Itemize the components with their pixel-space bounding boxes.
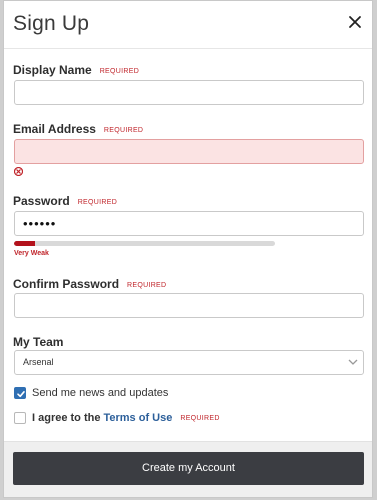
display-name-label: Display Name REQUIRED	[13, 63, 139, 77]
required-tag: REQUIRED	[103, 127, 144, 134]
chevron-down-icon	[348, 359, 358, 365]
error-icon	[14, 167, 23, 176]
news-checkbox-label: Send me news and updates	[32, 387, 169, 399]
password-label-text: Password	[13, 194, 70, 208]
my-team-select[interactable]: Arsenal	[14, 350, 364, 375]
email-input[interactable]	[14, 139, 364, 164]
required-tag: REQUIRED	[180, 414, 220, 422]
email-label-text: Email Address	[13, 122, 96, 136]
confirm-password-label-text: Confirm Password	[13, 277, 120, 291]
terms-prefix-text: I agree to the	[32, 412, 101, 424]
email-label: Email Address REQUIRED	[13, 122, 143, 136]
required-tag: REQUIRED	[127, 282, 167, 289]
confirm-password-input[interactable]	[14, 293, 364, 318]
close-icon[interactable]	[347, 14, 363, 30]
news-checkbox[interactable]	[14, 387, 26, 399]
password-strength-fill	[14, 241, 35, 246]
terms-of-use-link[interactable]: Terms of Use	[103, 412, 172, 424]
password-strength-meter	[14, 241, 275, 246]
terms-checkbox-row[interactable]: I agree to the Terms of Use REQUIRED	[14, 411, 220, 425]
dialog-title: Sign Up	[13, 12, 90, 35]
password-value: ••••••	[23, 216, 57, 231]
display-name-input[interactable]	[14, 80, 364, 105]
news-checkbox-row[interactable]: Send me news and updates	[14, 386, 168, 400]
dialog-header: Sign Up	[4, 1, 372, 49]
checkmark-icon	[17, 391, 25, 398]
password-strength-label: Very Weak	[14, 250, 49, 257]
display-name-label-text: Display Name	[13, 63, 92, 77]
create-account-button[interactable]: Create my Account	[13, 452, 364, 485]
required-tag: REQUIRED	[99, 68, 140, 75]
my-team-selected-value: Arsenal	[23, 357, 54, 367]
password-input[interactable]: ••••••	[14, 211, 364, 236]
terms-checkbox[interactable]	[14, 412, 26, 424]
signup-dialog: Sign Up Display Name REQUIRED Email Addre…	[3, 0, 373, 498]
password-label: Password REQUIRED	[13, 194, 117, 208]
required-tag: REQUIRED	[77, 199, 118, 206]
my-team-label: My Team	[13, 335, 64, 349]
terms-checkbox-label: I agree to the Terms of Use	[32, 412, 172, 424]
confirm-password-label: Confirm Password REQUIRED	[13, 277, 166, 291]
dialog-footer: Create my Account	[4, 441, 372, 497]
